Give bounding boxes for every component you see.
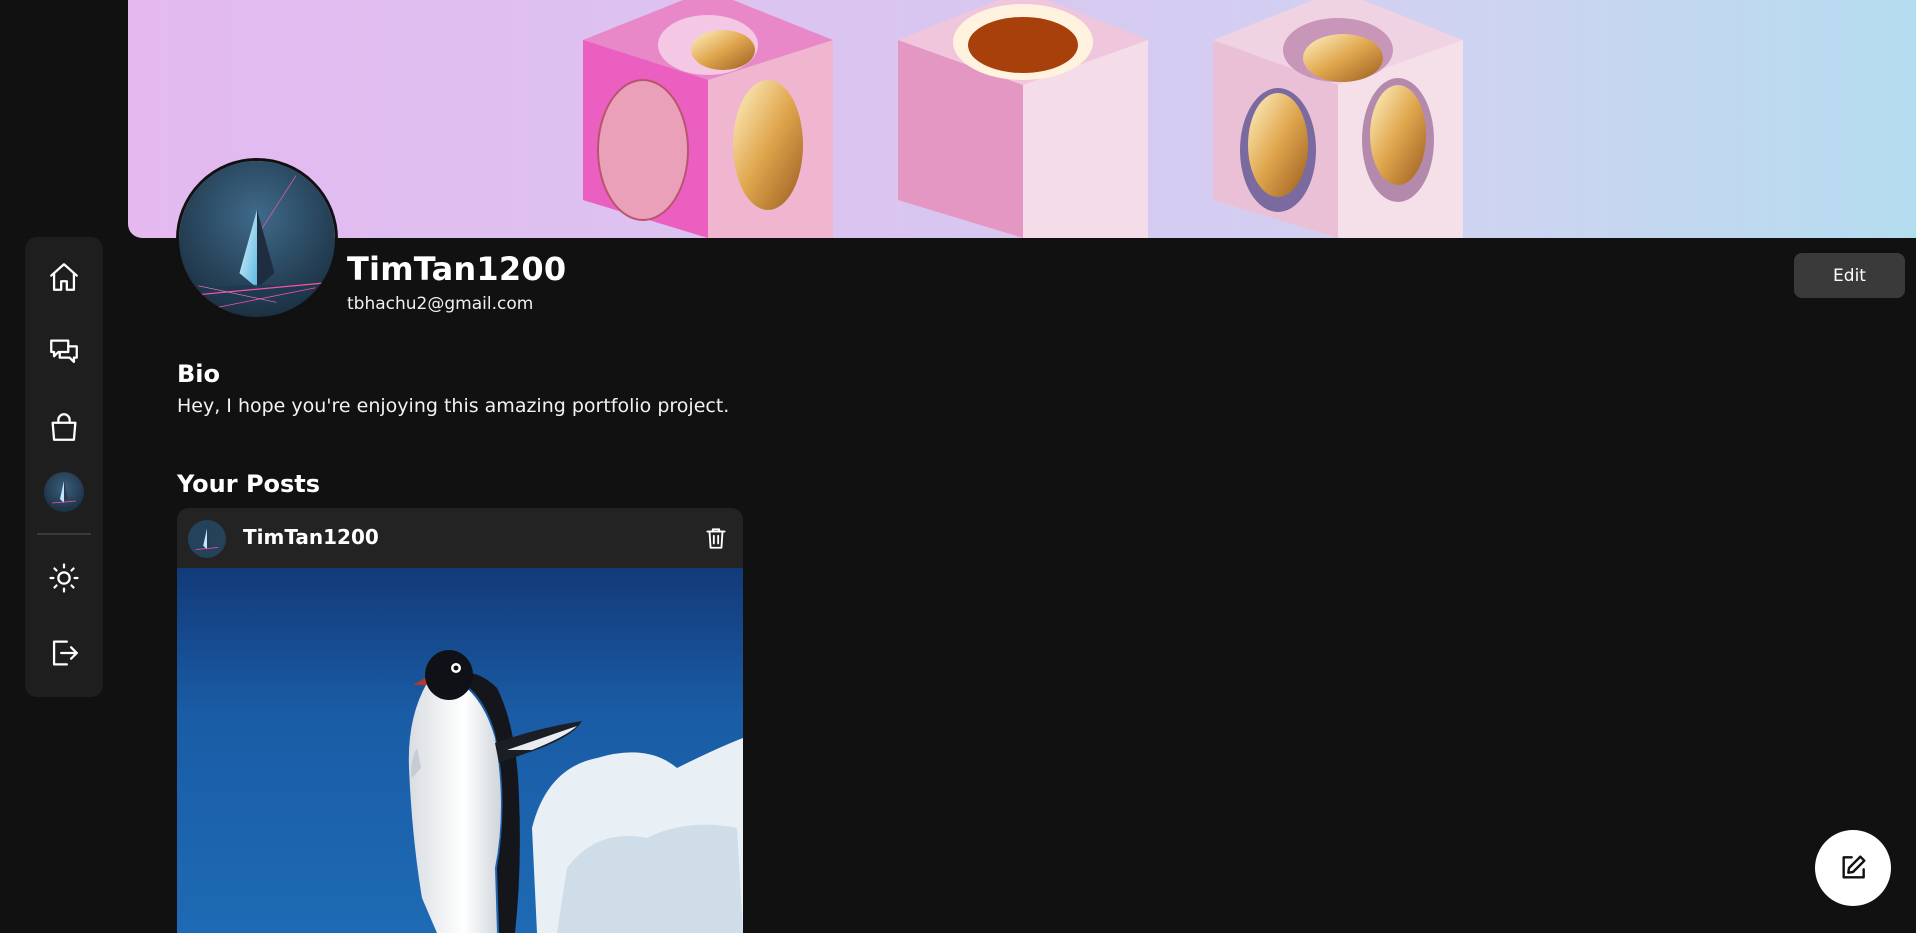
post-image[interactable] [177,568,743,933]
delete-post-button[interactable] [701,523,731,553]
profile-email: tbhachu2@gmail.com [347,294,534,314]
edit-icon [1842,855,1866,879]
post-author-avatar[interactable] [188,520,226,558]
sidebar-item-theme-toggle[interactable] [44,558,84,598]
sidebar-item-profile-avatar[interactable] [44,472,84,512]
sidebar-item-home[interactable] [44,257,84,297]
profile-banner [128,0,1916,238]
bio-heading: Bio [177,360,221,388]
profile-username: TimTan1200 [347,250,567,288]
post-card: TimTan1200 [177,508,743,933]
sun-icon [49,563,79,593]
shopping-bag-icon [51,413,77,441]
home-icon [50,263,78,291]
sidebar-item-logout[interactable] [44,633,84,673]
sidebar-divider [37,533,91,535]
bio-text: Hey, I hope you're enjoying this amazing… [177,395,730,417]
sidebar-item-shop[interactable] [44,407,84,447]
edit-profile-button[interactable]: Edit [1794,253,1905,298]
profile-avatar [176,158,338,320]
create-post-button[interactable] [1815,830,1891,906]
sidebar [25,237,103,697]
post-header: TimTan1200 [177,508,743,568]
avatar [188,520,226,558]
chat-icon [50,339,78,364]
trash-icon [706,528,726,549]
logout-icon [52,640,78,666]
avatar [44,472,84,512]
post-author-name[interactable]: TimTan1200 [243,525,379,549]
posts-heading: Your Posts [177,470,321,498]
sidebar-item-chat[interactable] [44,332,84,372]
